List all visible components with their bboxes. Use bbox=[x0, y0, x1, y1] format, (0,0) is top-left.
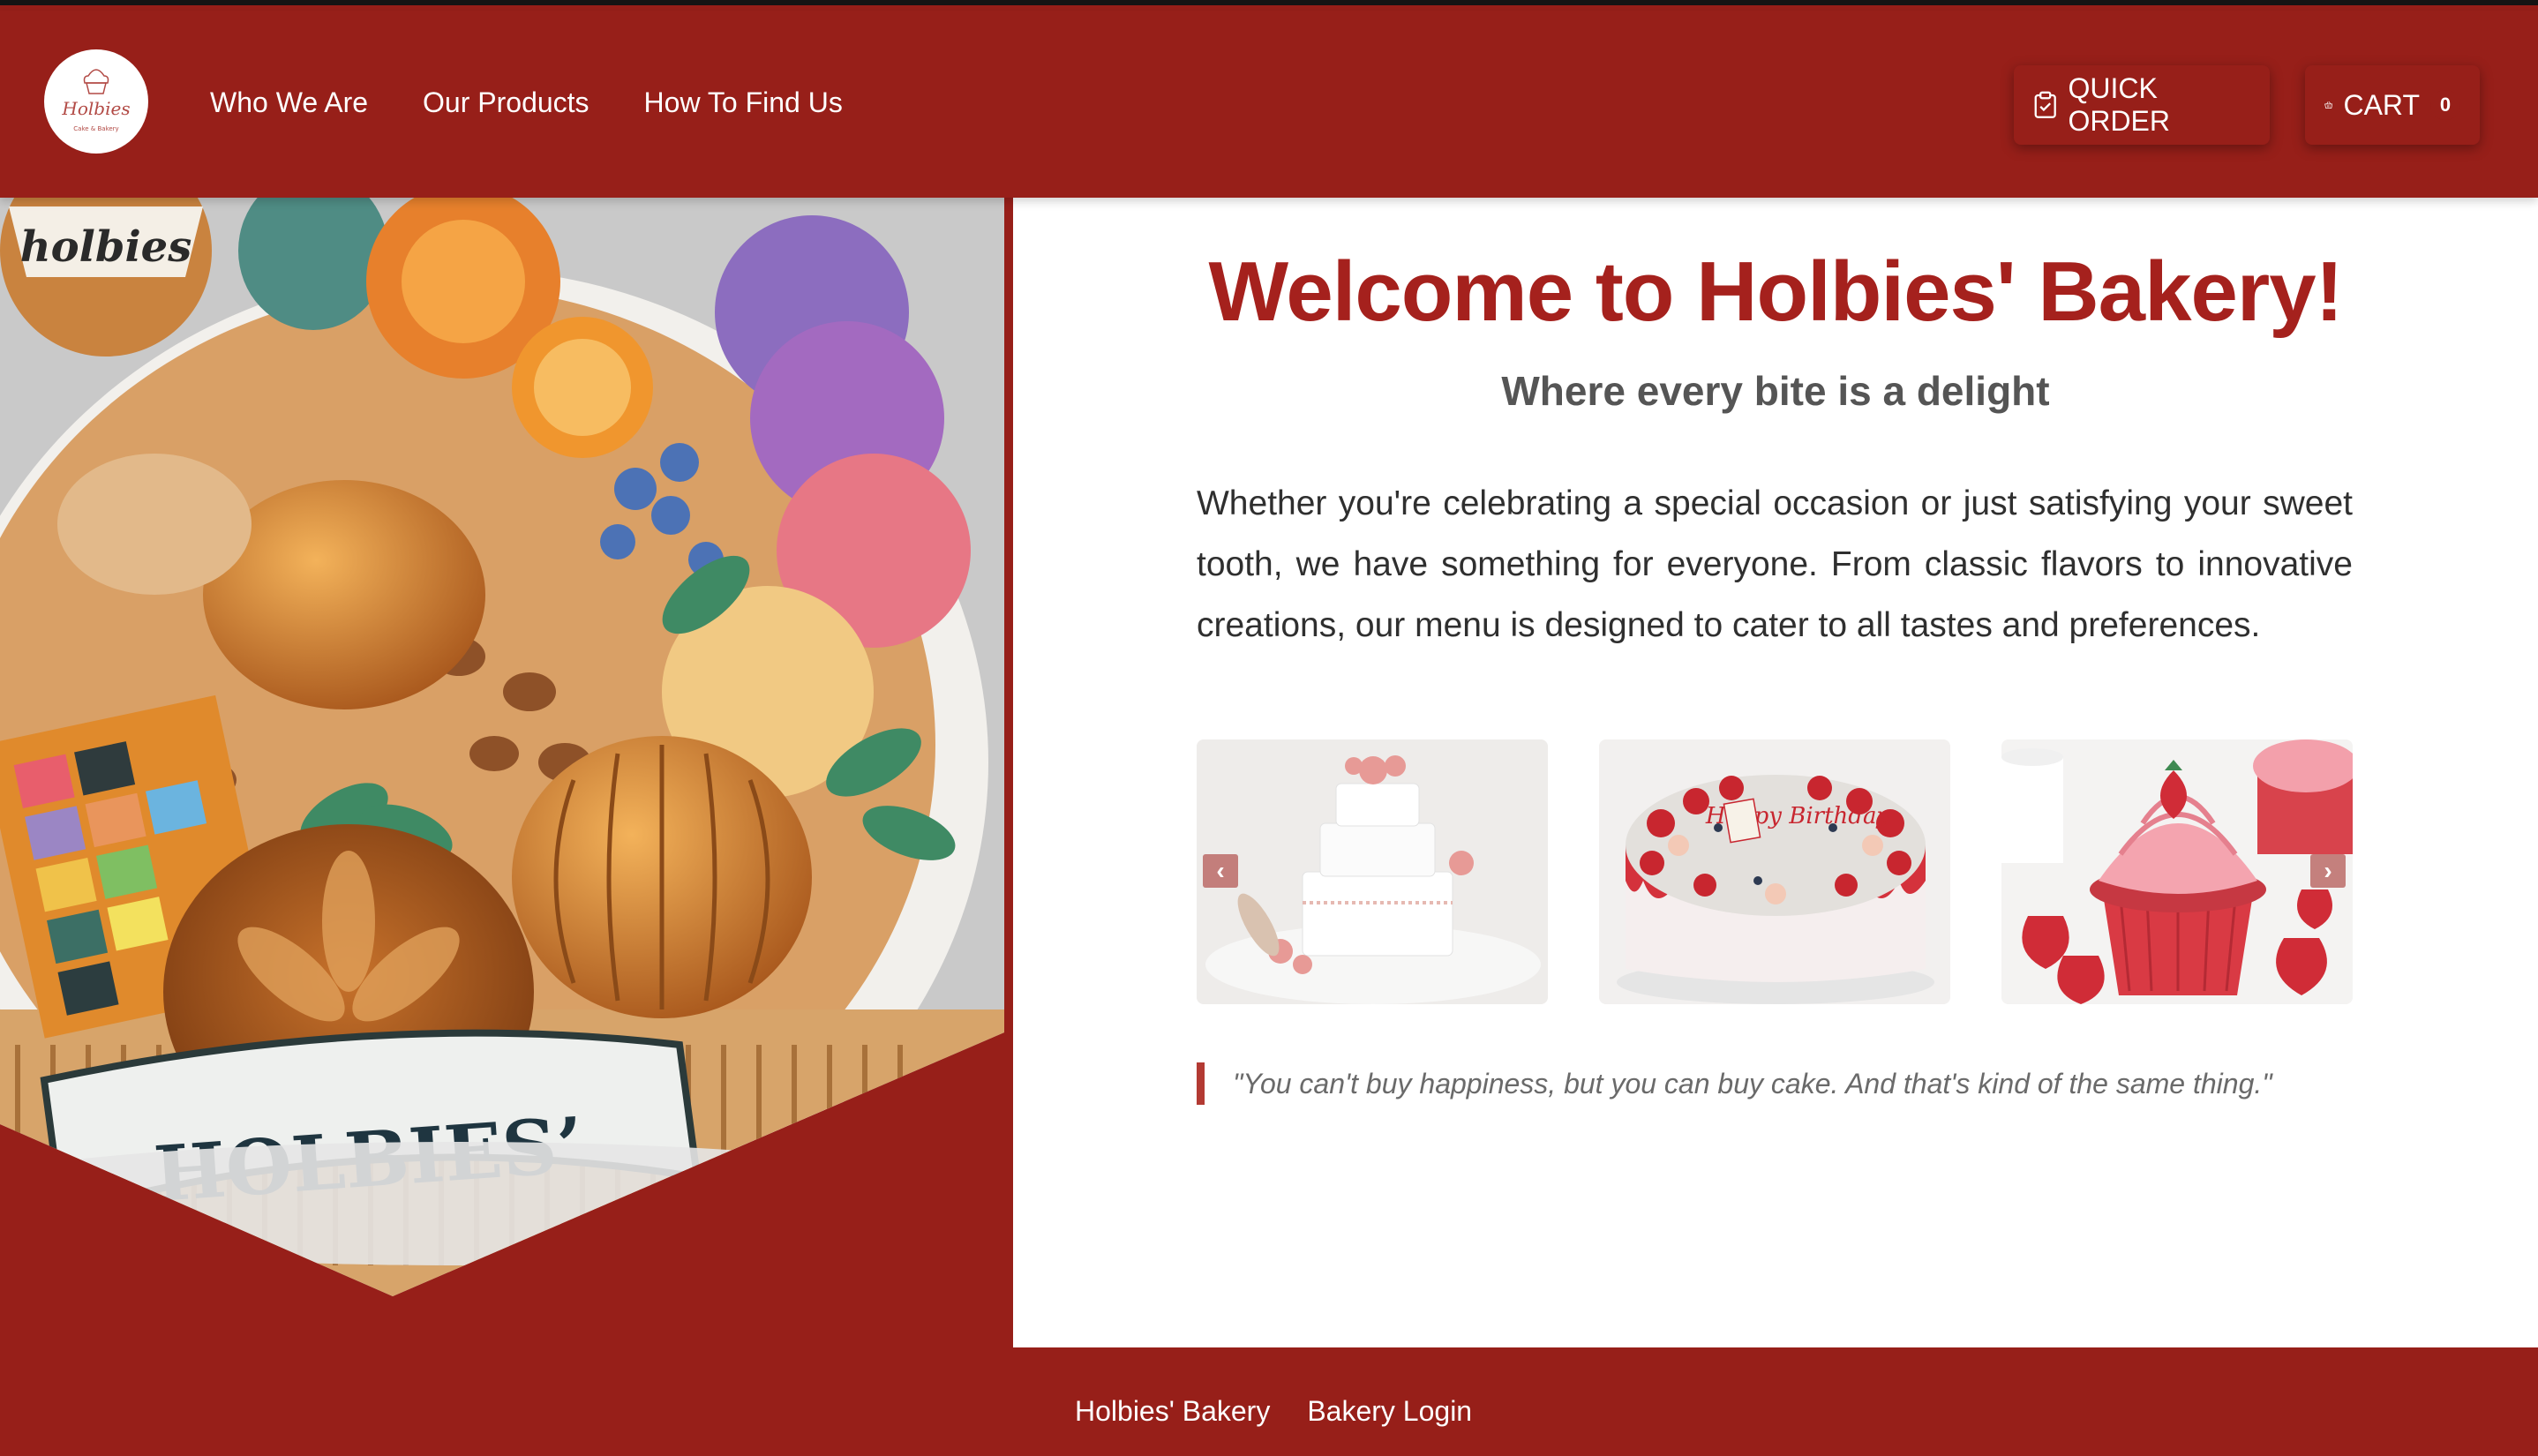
nav-our-products[interactable]: Our Products bbox=[423, 86, 589, 119]
main-nav: Who We Are Our Products How To Find Us bbox=[210, 86, 843, 119]
intro-paragraph: Whether you're celebrating a special occ… bbox=[1197, 484, 2353, 644]
svg-text:Cake & Bakery: Cake & Bakery bbox=[73, 125, 118, 132]
footer-link-holbies-bakery[interactable]: Holbies' Bakery bbox=[1075, 1395, 1270, 1428]
cupcake-image bbox=[2001, 739, 2353, 1004]
bakery-quote: "You can't buy happiness, but you can bu… bbox=[1197, 1062, 2353, 1105]
cart-button[interactable]: CART 0 bbox=[2305, 65, 2480, 145]
svg-text:Holbies: Holbies bbox=[61, 98, 130, 119]
quick-order-button[interactable]: QUICK ORDER bbox=[2014, 65, 2270, 145]
birthday-cake-image: Happy Birthday bbox=[1599, 739, 1950, 1004]
carousel-slide-birthday-cake[interactable]: Happy Birthday bbox=[1599, 739, 1950, 1004]
site-footer: Holbies' Bakery Bakery Login bbox=[0, 1347, 2538, 1456]
site-header: Holbies Cake & Bakery Who We Are Our Pro… bbox=[0, 11, 2538, 198]
footer-links: Holbies' Bakery Bakery Login bbox=[1075, 1395, 1472, 1428]
carousel-next-button[interactable]: › bbox=[2310, 854, 2346, 888]
quick-order-label: QUICK ORDER bbox=[2068, 72, 2170, 137]
page: Holbies Cake & Bakery Who We Are Our Pro… bbox=[0, 0, 2538, 1456]
carousel-slide-wedding-cake[interactable] bbox=[1197, 739, 1548, 1004]
clipboard-check-icon bbox=[2034, 91, 2056, 118]
nav-how-to-find-us[interactable]: How To Find Us bbox=[644, 86, 843, 119]
cart-count-badge: 0 bbox=[2430, 90, 2460, 120]
carousel-slide-cupcake[interactable] bbox=[2001, 739, 2353, 1004]
cake-carousel: Happy Birthday ‹ › bbox=[1197, 739, 2353, 1004]
basket-icon bbox=[2324, 101, 2333, 109]
hero-cake-image: holbies bbox=[0, 198, 1004, 1296]
cart-label: CART bbox=[2343, 88, 2420, 121]
nav-who-we-are[interactable]: Who We Are bbox=[210, 86, 368, 119]
welcome-panel: Welcome to Holbies' Bakery! Where every … bbox=[1013, 198, 2538, 1347]
carousel-prev-button[interactable]: ‹ bbox=[1203, 854, 1238, 888]
page-title: Welcome to Holbies' Bakery! bbox=[1208, 244, 2343, 339]
brand-logo[interactable]: Holbies Cake & Bakery bbox=[44, 49, 148, 154]
wedding-cake-image bbox=[1197, 739, 1548, 1004]
cupcake-logo-icon: Holbies Cake & Bakery bbox=[45, 50, 147, 153]
hero-cake-illustration: holbies bbox=[0, 198, 1004, 1296]
page-subtitle: Where every bite is a delight bbox=[1501, 368, 2050, 414]
footer-link-bakery-login[interactable]: Bakery Login bbox=[1307, 1395, 1472, 1428]
svg-text:holbies: holbies bbox=[20, 222, 192, 272]
